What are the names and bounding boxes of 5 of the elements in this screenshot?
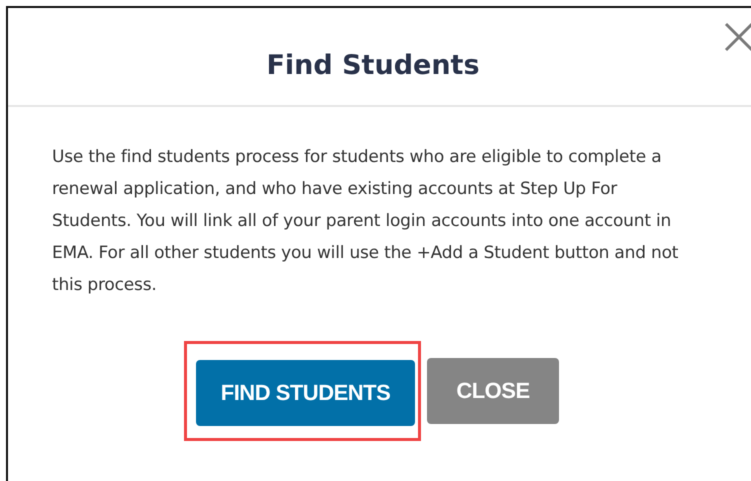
close-button[interactable]: CLOSE	[427, 358, 559, 424]
dialog-title: Find Students	[266, 50, 480, 81]
find-students-button[interactable]: FIND STUDENTS	[196, 360, 415, 426]
dialog-message: Use the find students process for students who are eligible to complete a renewal application, and who have existing accounts at Step Up For Students. You will link all of your parent login accounts into one account in EMA. For all other students you will use the +Add a Student button and not this process.	[52, 146, 680, 297]
close-icon[interactable]	[724, 22, 751, 52]
